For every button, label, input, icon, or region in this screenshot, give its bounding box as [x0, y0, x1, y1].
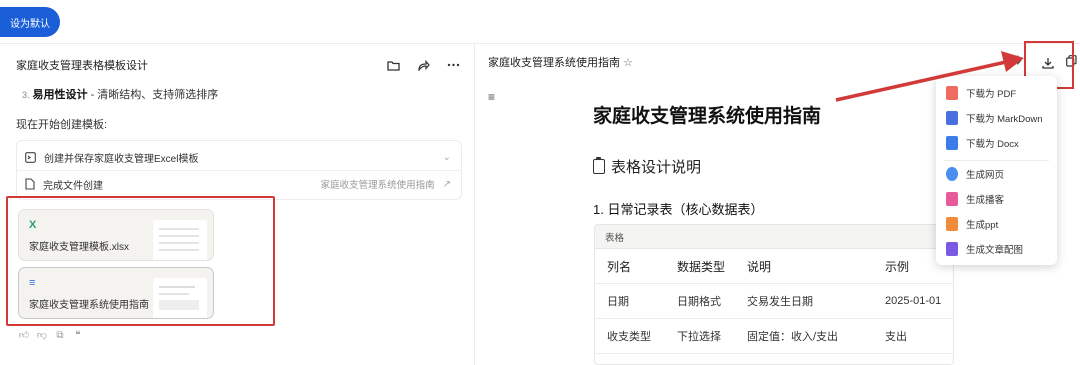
- section-heading: 表格设计说明: [593, 156, 701, 177]
- highlight-box: [6, 196, 275, 326]
- markdown-icon: [946, 111, 958, 125]
- task-finish-file[interactable]: 完成文件创建 家庭收支管理系统使用指南 ↗: [25, 174, 451, 194]
- table-row: 收支类型 下拉选择 固定值：收入/支出 支出: [595, 319, 953, 354]
- task-list: 创建并保存家庭收支管理Excel模板 ⌄ 完成文件创建 家庭收支管理系统使用指南…: [16, 140, 462, 200]
- table-header: 列名 数据类型 说明 示例: [595, 249, 953, 284]
- table-cell: 2025-01-01: [885, 295, 942, 307]
- ppt-icon: [946, 217, 958, 231]
- data-table: 表格 列名 数据类型 说明 示例 日期 日期格式 交易发生日期 2025-01-…: [594, 224, 954, 365]
- task-file-link[interactable]: 家庭收支管理系统使用指南: [321, 177, 435, 191]
- outline-menu-icon[interactable]: ≡: [488, 90, 495, 104]
- subsection-heading: 1. 日常记录表（核心数据表）: [593, 202, 764, 217]
- download-menu: 下载为 PDF 下载为 MarkDown 下载为 Docx 生成网页 生成播客 …: [936, 76, 1057, 265]
- task-create-template[interactable]: 创建并保存家庭收支管理Excel模板 ⌄: [25, 147, 451, 167]
- top-bar: 设为默认: [0, 0, 1080, 44]
- chat-panel: 家庭收支管理表格模板设计 3. 易用性设计 - 清晰结构、支持筛选排序 现在开始创…: [0, 44, 475, 365]
- menu-item-generate-image[interactable]: 生成文章配图: [946, 239, 1051, 259]
- arrow-up-right-icon[interactable]: ↗: [443, 179, 451, 190]
- share-icon[interactable]: [1009, 54, 1022, 69]
- share-icon[interactable]: [414, 56, 432, 74]
- chat-header: 家庭收支管理表格模板设计: [16, 54, 462, 76]
- more-icon[interactable]: [444, 56, 462, 74]
- menu-item-generate-ppt[interactable]: 生成ppt: [946, 214, 1051, 234]
- copy-icon[interactable]: ⧉: [54, 329, 66, 341]
- table-toolbar: 表格: [595, 225, 953, 249]
- menu-item-label: 生成播客: [966, 195, 1005, 206]
- file-icon: [25, 178, 35, 190]
- column-header: 说明: [747, 259, 772, 274]
- point-text: - 清晰结构、支持筛选排序: [87, 89, 219, 101]
- column-header: 数据类型: [677, 259, 726, 274]
- menu-item-generate-webpage[interactable]: 生成网页: [946, 164, 1051, 184]
- table-cell: 交易发生日期: [747, 296, 813, 308]
- chat-title: 家庭收支管理表格模板设计: [16, 60, 148, 72]
- feedback-bar: 👍︎ 👎︎ ⧉ ❝: [18, 329, 90, 342]
- menu-item-generate-podcast[interactable]: 生成播客: [946, 189, 1051, 209]
- doc-title: 家庭收支管理系统使用指南: [593, 106, 822, 127]
- menu-item-label: 生成网页: [966, 170, 1005, 181]
- menu-item-label: 下载为 MarkDown: [966, 114, 1043, 125]
- chevron-down-icon[interactable]: ⌄: [443, 152, 451, 163]
- column-header: 示例: [885, 259, 910, 274]
- doc-tab-title: 家庭收支管理系统使用指南 ☆: [488, 54, 633, 70]
- pdf-icon: [946, 86, 958, 100]
- table-cell: 收支类型: [607, 331, 651, 343]
- table-cell: 支出: [885, 331, 907, 343]
- menu-item-download-pdf[interactable]: 下载为 PDF: [946, 83, 1051, 103]
- divider: [944, 160, 1049, 161]
- star-icon[interactable]: ☆: [623, 57, 633, 69]
- terminal-icon: [25, 151, 36, 163]
- menu-item-download-markdown[interactable]: 下载为 MarkDown: [946, 108, 1051, 128]
- globe-icon: [946, 167, 958, 181]
- podcast-icon: [946, 192, 958, 206]
- intro-text: 现在开始创建模板:: [16, 119, 108, 131]
- task-label: 创建并保存家庭收支管理Excel模板: [44, 153, 199, 165]
- divider: [17, 170, 461, 171]
- menu-item-label: 生成文章配图: [966, 245, 1024, 256]
- word-icon: [946, 136, 958, 150]
- set-default-button[interactable]: 设为默认: [0, 7, 60, 37]
- menu-item-download-docx[interactable]: 下载为 Docx: [946, 133, 1051, 153]
- menu-item-label: 生成ppt: [966, 220, 999, 231]
- table-row: 日期 日期格式 交易发生日期 2025-01-01: [595, 284, 953, 319]
- menu-item-label: 下载为 Docx: [966, 139, 1019, 150]
- menu-item-label: 下载为 PDF: [966, 89, 1017, 100]
- table-cell: 下拉选择: [677, 331, 721, 343]
- column-header: 列名: [607, 259, 632, 274]
- thumbs-up-icon[interactable]: 👍︎: [18, 329, 30, 341]
- image-icon: [946, 242, 958, 256]
- table-cell: 日期格式: [677, 296, 721, 308]
- clipboard-icon: [593, 157, 605, 174]
- section-label: 表格设计说明: [611, 159, 702, 176]
- feature-point: 3. 易用性设计 - 清晰结构、支持筛选排序: [22, 86, 218, 102]
- table-cell: 固定值：收入/支出: [747, 331, 839, 343]
- point-bold: 易用性设计: [32, 89, 88, 101]
- point-number: 3.: [22, 90, 30, 100]
- doc-tab-label: 家庭收支管理系统使用指南: [488, 57, 620, 69]
- task-label: 完成文件创建: [43, 180, 103, 192]
- thumbs-down-icon[interactable]: 👎︎: [36, 329, 48, 341]
- table-cell: 日期: [607, 296, 629, 308]
- quote-icon[interactable]: ❝: [72, 329, 84, 341]
- folder-icon[interactable]: [384, 56, 402, 74]
